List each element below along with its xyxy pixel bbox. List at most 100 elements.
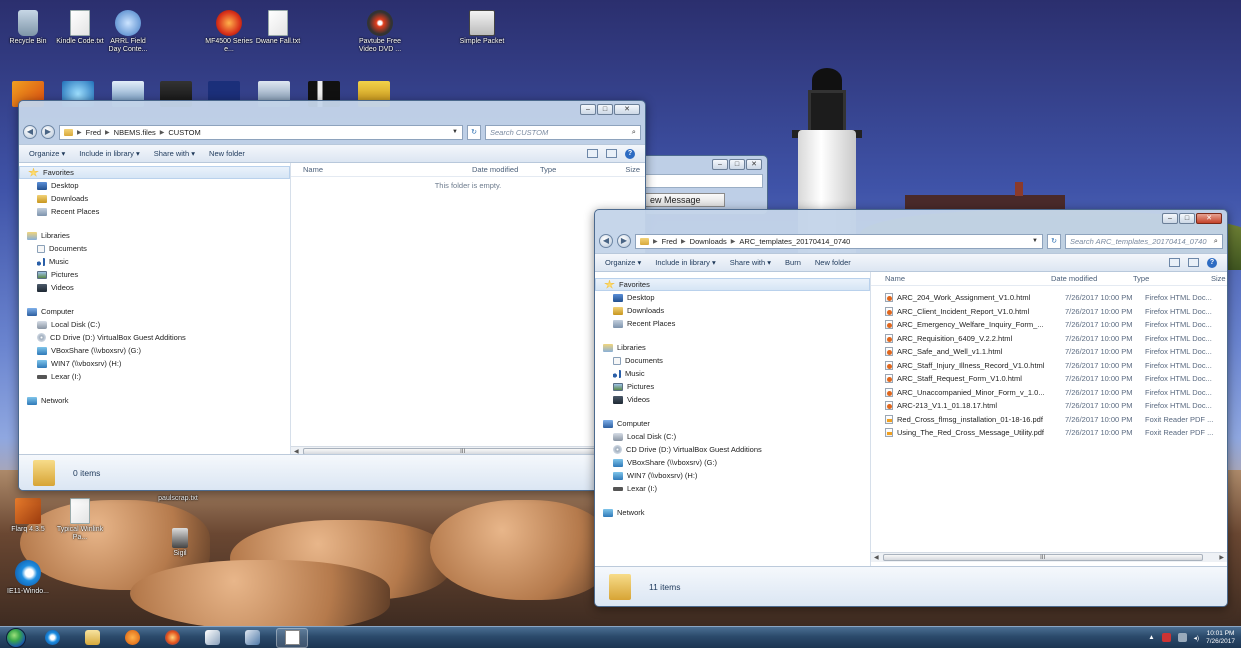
nav-documents[interactable]: Documents [19, 242, 290, 255]
taskbar-internet-explorer[interactable] [36, 628, 68, 648]
column-date-modified[interactable]: Date modified [472, 165, 532, 174]
nav-favorites[interactable]: Favorites [595, 278, 870, 291]
minimize-button[interactable]: – [712, 159, 728, 170]
action-center-icon[interactable] [1161, 633, 1171, 642]
file-row[interactable]: ARC_204_Work_Assignment_V1.0.html 7/26/20… [871, 291, 1227, 305]
taskbar-snipping-tool[interactable] [196, 628, 228, 648]
breadcrumb-item[interactable]: ARC_templates_20170414_0740 [739, 237, 850, 246]
nav-network[interactable]: Network [595, 506, 870, 519]
desktop-icon-arrl-field-day[interactable]: ARRL Field Day Conte... [104, 10, 152, 54]
nav-downloads[interactable]: Downloads [595, 304, 870, 317]
share-with-menu[interactable]: Share with ▾ [730, 258, 771, 267]
nav-pictures[interactable]: Pictures [19, 268, 290, 281]
nav-documents[interactable]: Documents [595, 354, 870, 367]
maximize-button[interactable]: □ [729, 159, 745, 170]
breadcrumb-item[interactable]: CUSTOM [168, 128, 200, 137]
nav-vboxshare[interactable]: VBoxShare (\\vboxsrv) (G:) [19, 344, 290, 357]
nav-local-disk[interactable]: Local Disk (C:) [595, 430, 870, 443]
file-row[interactable]: ARC_Emergency_Welfare_Inquiry_Form_... 7/… [871, 318, 1227, 332]
column-type[interactable]: Type [1129, 274, 1211, 283]
nav-computer[interactable]: Computer [19, 305, 290, 318]
breadcrumb-item[interactable]: Fred [662, 237, 677, 246]
search-box[interactable]: Search CUSTOM ⌕ [485, 124, 641, 140]
maximize-button[interactable]: □ [1179, 213, 1195, 224]
breadcrumb-item[interactable]: NBEMS.files [114, 128, 156, 137]
breadcrumb-item[interactable]: Downloads [690, 237, 727, 246]
horizontal-scrollbar[interactable]: ◀ III ▶ [871, 552, 1227, 562]
nav-downloads[interactable]: Downloads [19, 192, 290, 205]
desktop-icon-kindle-code[interactable]: Kindle Code.txt [56, 10, 104, 46]
search-box[interactable]: Search ARC_templates_20170414_0740 ⌕ [1065, 233, 1223, 249]
maximize-button[interactable]: □ [597, 104, 613, 115]
column-name[interactable]: Name [871, 274, 1051, 283]
refresh-button[interactable]: ↻ [1047, 233, 1061, 249]
file-row[interactable]: ARC_Staff_Request_Form_V1.0.html 7/26/201… [871, 372, 1227, 386]
minimize-button[interactable]: – [1162, 213, 1178, 224]
close-button[interactable]: ✕ [746, 159, 762, 170]
scroll-thumb[interactable]: III [882, 554, 1203, 561]
close-button[interactable]: ✕ [614, 104, 640, 115]
view-options-icon[interactable] [1169, 258, 1180, 267]
include-in-library-menu[interactable]: Include in library ▾ [655, 258, 715, 267]
new-folder-button[interactable]: New folder [815, 258, 851, 267]
show-hidden-icons-icon[interactable]: ▲ [1148, 634, 1154, 641]
new-message-button[interactable]: ew Message [645, 193, 725, 207]
nav-lexar[interactable]: Lexar (I:) [19, 370, 290, 383]
volume-icon[interactable]: ◂) [1194, 634, 1199, 642]
help-icon[interactable]: ? [625, 148, 635, 159]
refresh-button[interactable]: ↻ [467, 124, 481, 140]
nav-vboxshare[interactable]: VBoxShare (\\vboxsrv) (G:) [595, 456, 870, 469]
file-row[interactable]: ARC-213_V1.1_01.18.17.html 7/26/2017 10:0… [871, 399, 1227, 413]
view-options-icon[interactable] [587, 149, 598, 158]
preview-pane-icon[interactable] [1188, 258, 1199, 267]
file-row[interactable]: ARC_Safe_and_Well_v1.1.html 7/26/2017 10:… [871, 345, 1227, 359]
taskbar-media-player[interactable] [116, 628, 148, 648]
address-bar[interactable]: ▶ Fred ▶ NBEMS.files ▶ CUSTOM ▼ [59, 124, 463, 140]
minimize-button[interactable]: – [580, 104, 596, 115]
desktop-icon-simple-packet[interactable]: Simple Packet [458, 10, 506, 46]
file-row[interactable]: ARC_Staff_Injury_Illness_Record_V1.0.htm… [871, 359, 1227, 373]
desktop-icon-paulscrap[interactable]: paulscrap.txt [148, 495, 208, 503]
file-row[interactable]: ARC_Requisition_6409_V.2.2.html 7/26/2017… [871, 332, 1227, 346]
nav-network[interactable]: Network [19, 394, 290, 407]
preview-pane-icon[interactable] [606, 149, 617, 158]
column-size[interactable]: Size [610, 165, 640, 174]
desktop-icon-recycle-bin[interactable]: Recycle Bin [4, 10, 52, 46]
organize-menu[interactable]: Organize ▾ [605, 258, 641, 267]
explorer-window-arc-templates[interactable]: – □ ✕ ◀ ▶ ▶ Fred ▶ Downloads ▶ ARC_templ… [594, 209, 1228, 607]
taskbar-virtualbox[interactable] [236, 628, 268, 648]
column-date-modified[interactable]: Date modified [1051, 274, 1129, 283]
column-name[interactable]: Name [291, 165, 472, 174]
breadcrumb-item[interactable]: Fred [86, 128, 101, 137]
nav-recent-places[interactable]: Recent Places [19, 205, 290, 218]
nav-favorites[interactable]: Favorites [19, 166, 290, 179]
file-row[interactable]: ARC_Client_Incident_Report_V1.0.html 7/26… [871, 305, 1227, 319]
nav-cd-drive[interactable]: CD Drive (D:) VirtualBox Guest Additions [19, 331, 290, 344]
file-row[interactable]: Red_Cross_flmsg_installation_01-18-16.pd… [871, 413, 1227, 427]
back-button[interactable]: ◀ [23, 125, 37, 139]
nav-videos[interactable]: Videos [19, 281, 290, 294]
close-button[interactable]: ✕ [1196, 213, 1222, 224]
background-message-window[interactable]: – □ ✕ ew Message [640, 155, 768, 215]
desktop-icon-flarq[interactable]: Flarq 4.3.5 [4, 498, 52, 534]
desktop-icon-ie11[interactable]: IE11-Windo... [4, 560, 52, 596]
nav-win7[interactable]: WIN7 (\\vboxsrv) (H:) [19, 357, 290, 370]
desktop-icon-sigil[interactable]: Sigil [156, 528, 204, 558]
include-in-library-menu[interactable]: Include in library ▾ [79, 149, 139, 158]
start-button[interactable] [6, 627, 26, 648]
forward-button[interactable]: ▶ [617, 234, 631, 248]
desktop-icon-mf4500[interactable]: MF4500 Series e... [205, 10, 253, 54]
nav-win7[interactable]: WIN7 (\\vboxsrv) (H:) [595, 469, 870, 482]
forward-button[interactable]: ▶ [41, 125, 55, 139]
file-row[interactable]: Using_The_Red_Cross_Message_Utility.pdf 7… [871, 426, 1227, 440]
taskbar-firefox[interactable] [156, 628, 188, 648]
nav-videos[interactable]: Videos [595, 393, 870, 406]
address-bar[interactable]: ▶ Fred ▶ Downloads ▶ ARC_templates_20170… [635, 233, 1043, 249]
nav-computer[interactable]: Computer [595, 417, 870, 430]
nav-lexar[interactable]: Lexar (I:) [595, 482, 870, 495]
nav-recent-places[interactable]: Recent Places [595, 317, 870, 330]
share-with-menu[interactable]: Share with ▾ [154, 149, 195, 158]
explorer-window-custom[interactable]: – □ ✕ ◀ ▶ ▶ Fred ▶ NBEMS.files ▶ CUSTOM … [18, 100, 646, 491]
burn-button[interactable]: Burn [785, 258, 801, 267]
nav-desktop[interactable]: Desktop [19, 179, 290, 192]
